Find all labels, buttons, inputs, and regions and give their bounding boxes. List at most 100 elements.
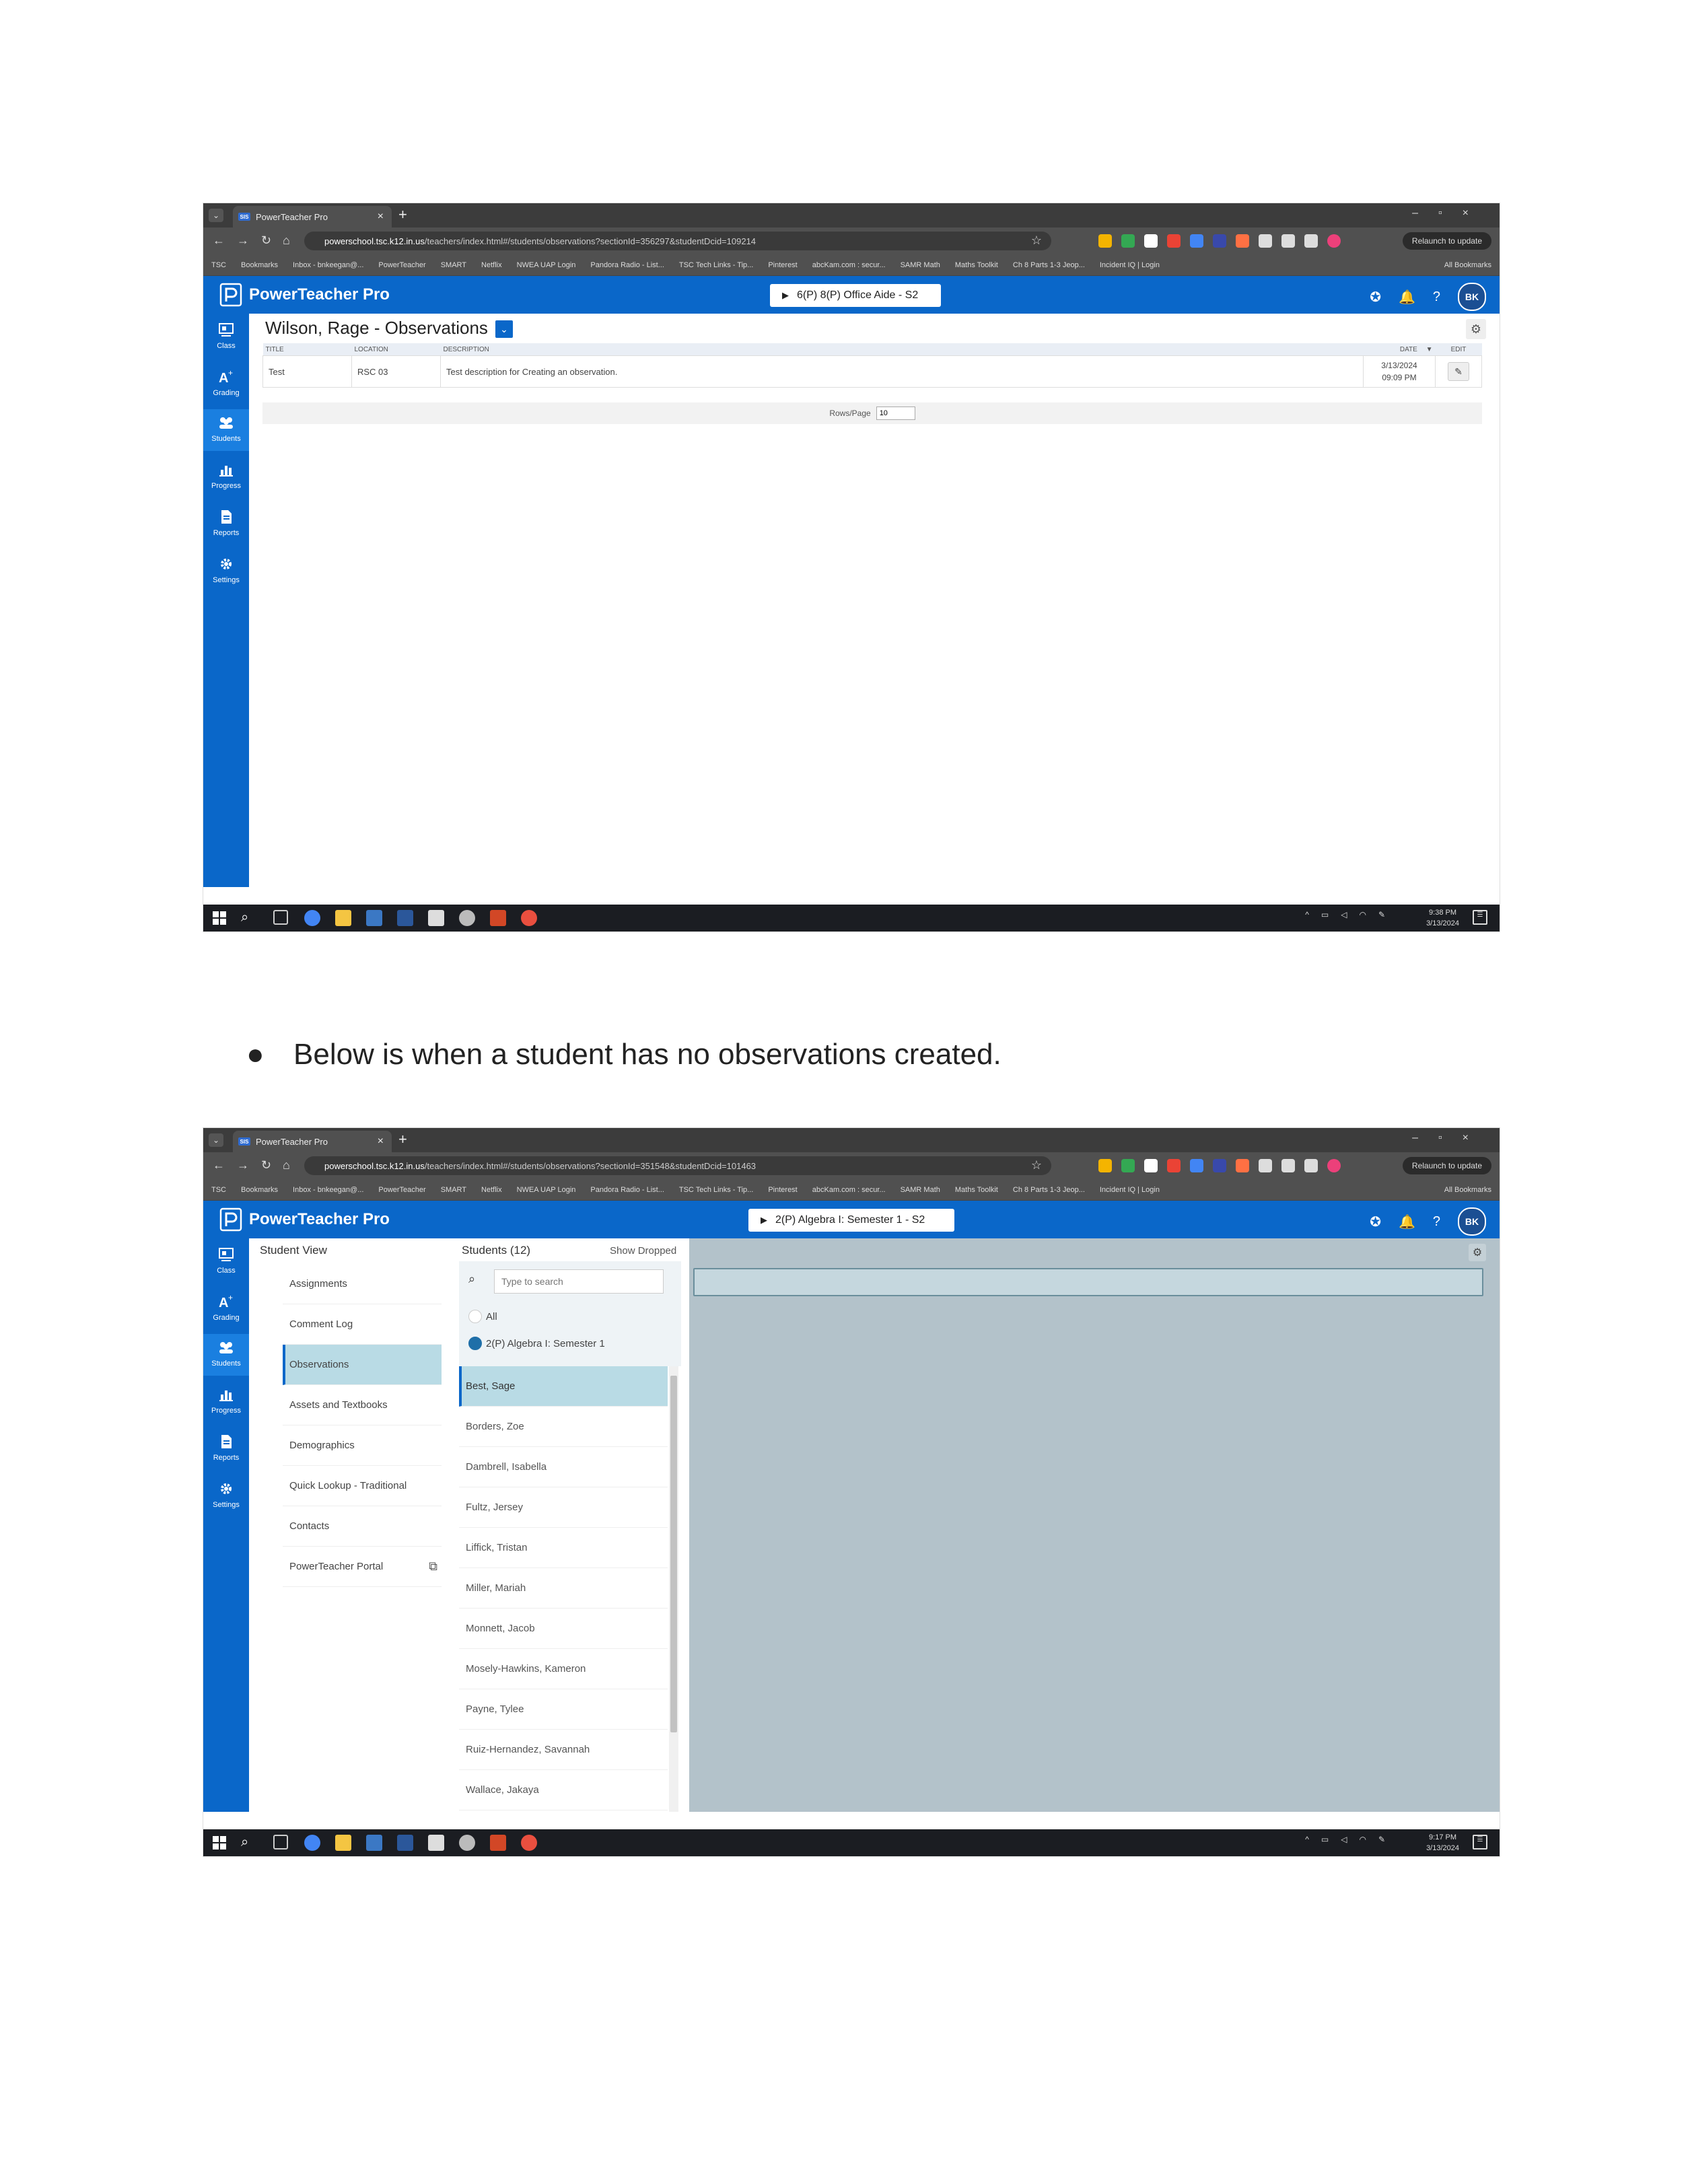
help-center-icon[interactable]: ✪	[1370, 289, 1381, 306]
extension-icon[interactable]	[1121, 1159, 1135, 1172]
new-tab-icon[interactable]: +	[398, 1132, 407, 1147]
url-field[interactable]: powerschool.tsc.k12.in.us /teachers/inde…	[304, 1156, 1051, 1175]
extension-icon[interactable]	[1144, 234, 1158, 248]
list-item[interactable]: Mosely-Hawkins, Kameron	[459, 1649, 668, 1689]
extension-icon[interactable]	[1144, 1159, 1158, 1172]
bookmark-item[interactable]: Pandora Radio - List...	[590, 261, 664, 269]
reload-icon[interactable]: ↻	[261, 1158, 271, 1172]
reload-icon[interactable]: ↻	[261, 234, 271, 248]
extension-icon[interactable]	[1259, 1159, 1272, 1172]
menu-item-demographics[interactable]: Demographics	[283, 1425, 442, 1466]
all-bookmarks[interactable]: All Bookmarks	[1444, 1186, 1491, 1194]
pen-icon[interactable]: ✎	[1378, 1835, 1385, 1844]
section-selector[interactable]: ▶ 6(P) 8(P) Office Aide - S2	[770, 284, 941, 307]
tab-close-icon[interactable]: ×	[378, 211, 384, 223]
extension-icon[interactable]	[1213, 1159, 1226, 1172]
extension-icon[interactable]	[1098, 1159, 1112, 1172]
bookmark-item[interactable]: Inbox - bnkeegan@...	[293, 261, 363, 269]
help-icon[interactable]: ?	[1433, 1214, 1440, 1230]
bookmark-item[interactable]: NWEA UAP Login	[517, 261, 576, 269]
extension-icon[interactable]	[1304, 1159, 1318, 1172]
menu-item-assignments[interactable]: Assignments	[283, 1264, 442, 1304]
taskbar-clock[interactable]: 9:17 PM 3/13/2024	[1426, 1832, 1459, 1854]
nav-progress[interactable]: Progress	[203, 456, 249, 498]
list-item[interactable]: Dambrell, Isabella	[459, 1447, 668, 1487]
profile-icon[interactable]	[1327, 234, 1341, 248]
window-controls[interactable]: –▫×	[1412, 207, 1489, 219]
file-explorer-icon[interactable]	[335, 1835, 351, 1851]
nav-grading[interactable]: A + Grading	[203, 1288, 249, 1330]
bookmark-item[interactable]: TSC	[211, 261, 226, 269]
remote-desktop-icon[interactable]	[366, 1835, 382, 1851]
bookmark-star-icon[interactable]: ☆	[1031, 234, 1042, 248]
bookmark-item[interactable]: SAMR Math	[901, 261, 940, 269]
extension-icon[interactable]	[1236, 234, 1249, 248]
filter-all-radio[interactable]: All	[468, 1308, 497, 1325]
menu-item-quick-lookup[interactable]: Quick Lookup - Traditional	[283, 1466, 442, 1506]
extension-icon[interactable]	[1190, 1159, 1203, 1172]
bookmark-item[interactable]: abcKam.com : secur...	[812, 261, 886, 269]
rows-per-page-input[interactable]	[876, 407, 915, 420]
menu-item-powerteacher-portal[interactable]: PowerTeacher Portal ⧉	[283, 1547, 442, 1587]
help-icon[interactable]: ?	[1433, 289, 1440, 305]
bookmark-item[interactable]: TSC Tech Links - Tip...	[679, 261, 753, 269]
extension-icon[interactable]	[1304, 234, 1318, 248]
bookmark-item[interactable]: SMART	[441, 1186, 466, 1194]
home-icon[interactable]: ⌂	[283, 234, 290, 248]
bookmark-item[interactable]: Inbox - bnkeegan@...	[293, 1186, 363, 1194]
bookmark-item[interactable]: Pandora Radio - List...	[590, 1186, 664, 1194]
help-center-icon[interactable]: ✪	[1370, 1213, 1381, 1230]
task-view-icon[interactable]	[273, 1835, 288, 1850]
bookmark-item[interactable]: Ch 8 Parts 1-3 Jeop...	[1013, 1186, 1085, 1194]
remote-desktop-icon[interactable]	[366, 910, 382, 926]
bookmark-item[interactable]: Incident IQ | Login	[1100, 261, 1160, 269]
browser-tab[interactable]: SIS PowerTeacher Pro ×	[233, 1131, 392, 1152]
bookmark-item[interactable]: Netflix	[481, 261, 502, 269]
wifi-icon[interactable]: ◠	[1359, 1835, 1366, 1844]
extension-icon[interactable]	[1167, 1159, 1181, 1172]
nav-reports[interactable]: Reports	[203, 503, 249, 545]
extension-icon[interactable]	[1281, 234, 1295, 248]
tab-search-icon[interactable]: ⌄	[209, 209, 223, 222]
nav-settings[interactable]: Settings	[203, 1475, 249, 1517]
bookmark-item[interactable]: TSC Tech Links - Tip...	[679, 1186, 753, 1194]
col-description[interactable]: DESCRIPTION	[440, 343, 1364, 356]
bookmark-item[interactable]: Pinterest	[768, 261, 797, 269]
col-title[interactable]: TITLE	[262, 343, 352, 356]
notifications-icon[interactable]: 🔔	[1399, 1213, 1415, 1230]
menu-item-comment-log[interactable]: Comment Log	[283, 1304, 442, 1345]
network-icon[interactable]: ▭	[1321, 910, 1329, 919]
menu-item-contacts[interactable]: Contacts	[283, 1506, 442, 1547]
extension-icon[interactable]	[1259, 234, 1272, 248]
page-settings-gear-icon[interactable]: ⚙	[1469, 1244, 1486, 1261]
bookmark-item[interactable]: TSC	[211, 1186, 226, 1194]
list-item[interactable]: Ruiz-Hernandez, Savannah	[459, 1730, 668, 1770]
list-item[interactable]: Miller, Mariah	[459, 1568, 668, 1609]
bookmark-item[interactable]: SMART	[441, 261, 466, 269]
chevron-up-icon[interactable]: ^	[1305, 910, 1309, 919]
list-item[interactable]: Liffick, Tristan	[459, 1528, 668, 1568]
pen-icon[interactable]: ✎	[1378, 910, 1385, 919]
app-icon[interactable]	[459, 910, 475, 926]
extension-icon[interactable]	[1236, 1159, 1249, 1172]
bookmark-star-icon[interactable]: ☆	[1031, 1158, 1042, 1172]
file-explorer-icon[interactable]	[335, 910, 351, 926]
chrome-icon[interactable]	[304, 910, 320, 926]
home-icon[interactable]: ⌂	[283, 1158, 290, 1172]
browser-tab[interactable]: SIS PowerTeacher Pro ×	[233, 206, 392, 227]
table-row[interactable]: Test RSC 03 Test description for Creatin…	[262, 355, 1482, 388]
search-icon[interactable]: ⌕	[241, 1835, 257, 1851]
student-menu-chevron-down-icon[interactable]: ⌄	[495, 320, 513, 338]
nav-progress[interactable]: Progress	[203, 1381, 249, 1423]
extension-icon[interactable]	[1167, 234, 1181, 248]
nav-reports[interactable]: Reports	[203, 1428, 249, 1470]
nav-students[interactable]: Students	[203, 1334, 249, 1376]
tab-close-icon[interactable]: ×	[378, 1135, 384, 1148]
nav-class[interactable]: Class	[203, 1241, 249, 1283]
chrome-profile-icon[interactable]	[521, 1835, 537, 1851]
extension-icon[interactable]	[1190, 234, 1203, 248]
window-controls[interactable]: –▫×	[1412, 1132, 1489, 1144]
back-icon[interactable]: ←	[213, 1158, 225, 1172]
section-selector[interactable]: ▶ 2(P) Algebra I: Semester 1 - S2	[748, 1209, 954, 1232]
bookmark-item[interactable]: NWEA UAP Login	[517, 1186, 576, 1194]
